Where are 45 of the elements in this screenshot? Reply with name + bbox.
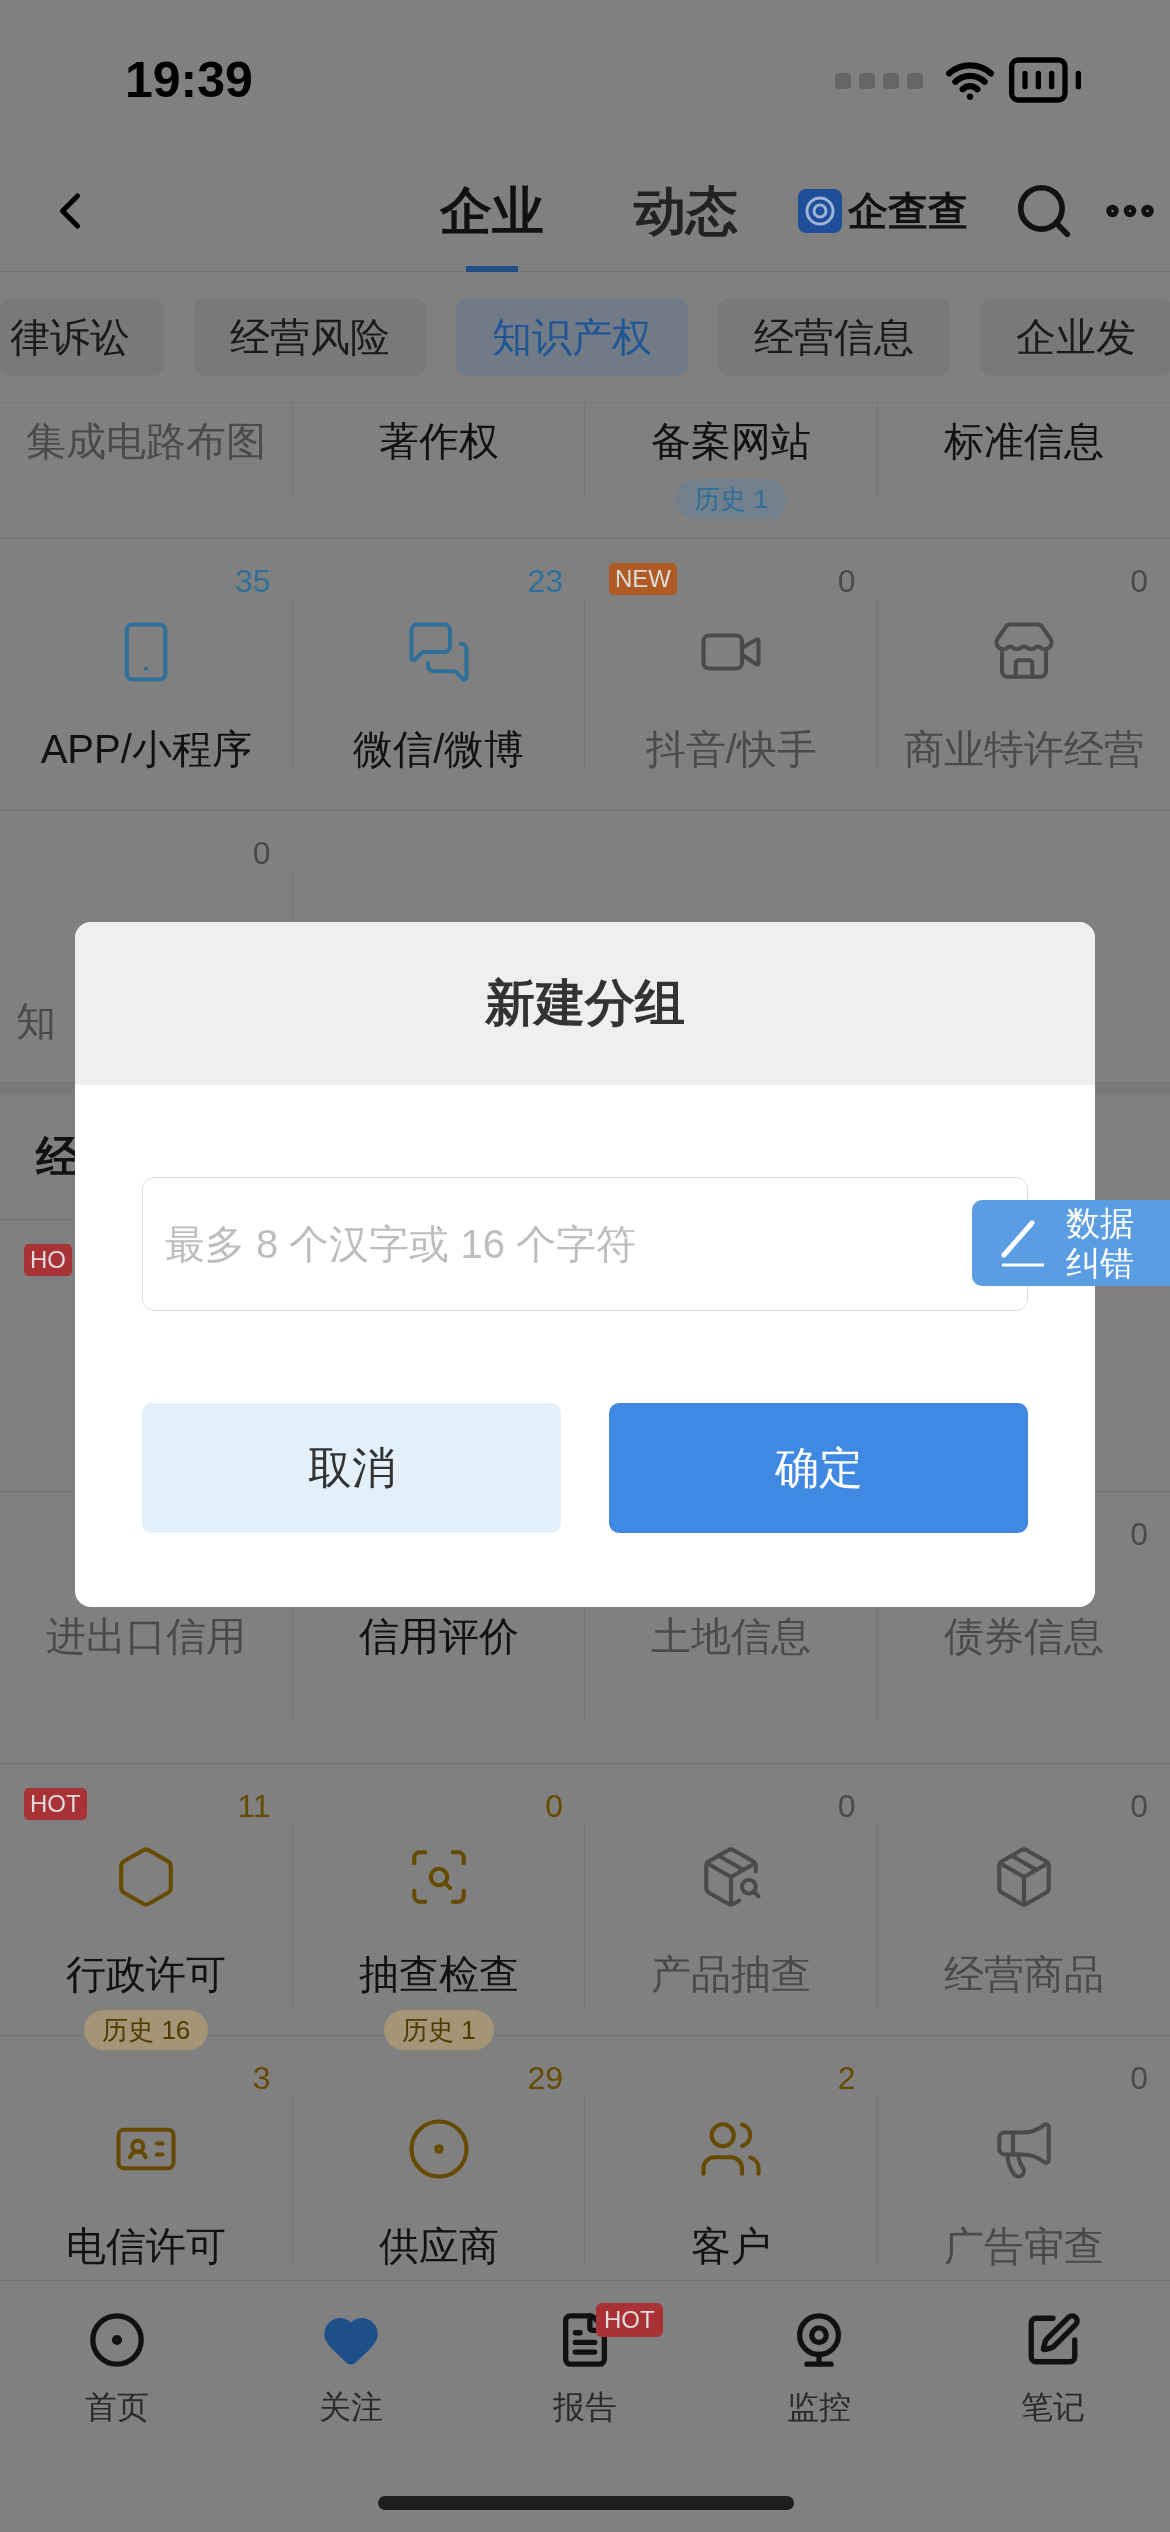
nav-tab[interactable]: 动态 <box>634 149 738 272</box>
grid-item-label[interactable]: APP/小程序 <box>40 721 252 777</box>
badge: HO <box>24 1244 72 1276</box>
grid-item-label[interactable]: 供应商 <box>378 2218 499 2274</box>
correction-button[interactable]: 数据纠错 <box>972 1200 1170 1286</box>
count: 3 <box>252 2059 271 2098</box>
count: 35 <box>234 562 271 601</box>
category-chip[interactable]: 经营风险 <box>194 298 426 376</box>
grid-item-label[interactable]: 标准信息 <box>943 413 1104 469</box>
history-pill: 历史 1 <box>676 479 787 519</box>
grid-item-label[interactable]: 行政许可 <box>66 1946 227 2002</box>
logo-icon <box>798 188 842 233</box>
grid-item-label[interactable]: 备案网站 <box>651 413 812 469</box>
cancel-button[interactable]: 取消 <box>142 1403 561 1533</box>
grid-item-label[interactable]: 信用评价 <box>358 1608 519 1664</box>
history-pill: 历史 1 <box>383 2010 494 2050</box>
tab-bar-item[interactable]: 监控 <box>787 2311 851 2431</box>
confirm-button[interactable]: 确定 <box>609 1403 1028 1533</box>
grid-item-label[interactable]: 抽查检查 <box>358 1946 519 2002</box>
grid-item-label[interactable]: 电信许可 <box>66 2218 227 2274</box>
category-chip[interactable]: 经营信息 <box>718 298 950 376</box>
brand-name: 企查查 <box>848 187 968 235</box>
grid-item-label[interactable]: 著作权 <box>378 413 499 469</box>
pen-icon <box>998 1217 1046 1269</box>
history-pill: 历史 16 <box>84 2010 209 2050</box>
count: 0 <box>545 1787 563 1826</box>
nav-tab[interactable]: 企业 <box>440 149 544 272</box>
dialog-title: 新建分组 <box>485 974 685 1033</box>
section-title: 经 <box>36 1131 80 1183</box>
category-chip[interactable]: 律诉讼 <box>0 298 164 376</box>
count: 29 <box>527 2059 563 2098</box>
grid-item-label[interactable]: 客户 <box>691 2218 772 2274</box>
grid-item-label[interactable]: 微信/微博 <box>353 721 525 777</box>
hot-badge: HOT <box>596 2303 663 2337</box>
badge: HOT <box>24 1788 87 1820</box>
tab-bar-item[interactable]: 关注 <box>319 2311 383 2431</box>
count: 2 <box>837 2059 856 2098</box>
count: 11 <box>237 1787 271 1826</box>
status-time: 19:39 <box>125 50 253 110</box>
group-name-field[interactable]: 最多 8 个汉字或 16 个字符 <box>142 1177 1028 1311</box>
tab-bar-item[interactable]: 首页 <box>85 2311 149 2431</box>
category-chip[interactable]: 企业发 <box>980 298 1170 376</box>
badge: NEW <box>609 563 677 595</box>
count: 23 <box>527 562 563 601</box>
tab-bar-item[interactable]: 笔记 <box>1021 2311 1085 2431</box>
